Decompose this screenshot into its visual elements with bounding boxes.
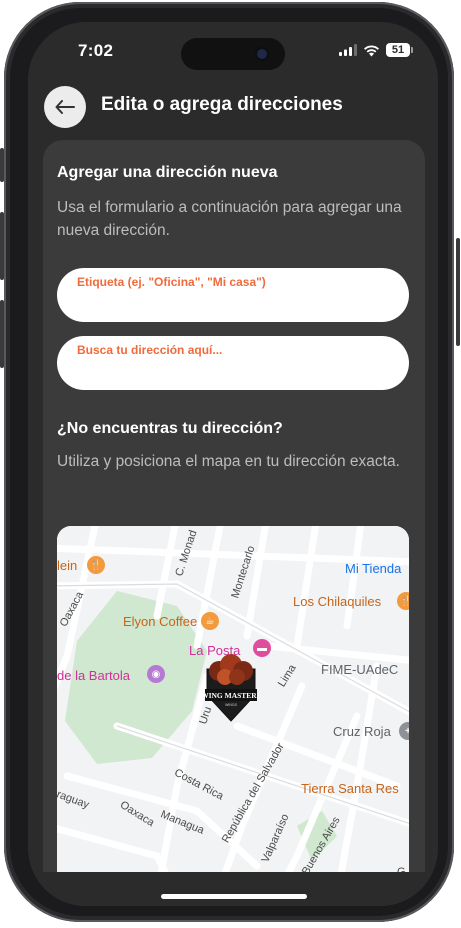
map-view[interactable]: lein 🍴 Mi Tienda Elyon Coffee ☕ Los Chil…: [57, 526, 409, 886]
map-place-mi-tienda: Mi Tienda: [345, 561, 402, 576]
map-place-lein: lein: [57, 558, 78, 573]
dynamic-island: [181, 38, 285, 70]
status-time: 7:02: [78, 41, 114, 60]
form-title: Agregar una dirección nueva: [57, 164, 278, 181]
camera-poi-icon: ◉: [147, 665, 165, 683]
home-indicator[interactable]: [161, 894, 307, 899]
map-place-bartola: de la Bartola: [57, 668, 130, 683]
map-place-tierra-santa: Tierra Santa Res: [301, 781, 399, 796]
page-title: Edita o agrega direcciones: [101, 94, 343, 115]
back-button[interactable]: [44, 86, 86, 128]
form-description: Usa el formulario a continuación para ag…: [57, 199, 402, 239]
marker-brand-text: WING MASTERS: [203, 691, 259, 700]
power-button: [456, 238, 460, 346]
label-input[interactable]: [77, 268, 387, 296]
address-form-card: Agregar una dirección nueva Usa el formu…: [43, 140, 425, 906]
restaurant-icon: 🍴: [397, 592, 409, 610]
wifi-icon: [364, 44, 379, 56]
map-place-elyon: Elyon Coffee: [123, 614, 198, 629]
arrow-left-icon: [55, 100, 75, 114]
address-search-input[interactable]: [77, 336, 387, 364]
cellular-signal-icon: [339, 44, 357, 56]
map-place-fime: FIME-UAdeC: [321, 662, 399, 677]
screen: 7:02 51 Edita o agrega direcciones Agreg…: [28, 22, 438, 906]
label-field-container: [57, 268, 409, 322]
battery-icon: 51: [386, 43, 413, 57]
status-icons: 51: [339, 42, 413, 58]
coffee-icon: ☕: [201, 612, 219, 630]
camera-icon: [257, 49, 267, 59]
help-description: Utiliza y posiciona el mapa en tu direcc…: [57, 453, 400, 470]
map-place-chilaquiles: Los Chilaquiles: [293, 594, 382, 609]
restaurant-icon: 🍴: [87, 556, 105, 574]
map-place-cruz-roja: Cruz Roja: [333, 724, 391, 739]
search-field-container: [57, 336, 409, 390]
bottom-safe-area: [28, 872, 438, 906]
location-marker[interactable]: WING MASTERS WINGS: [203, 649, 259, 723]
phone-frame: 7:02 51 Edita o agrega direcciones Agreg…: [4, 2, 454, 922]
marker-brand-subtext: WINGS: [225, 703, 238, 707]
help-title: ¿No encuentras tu dirección?: [57, 420, 283, 437]
